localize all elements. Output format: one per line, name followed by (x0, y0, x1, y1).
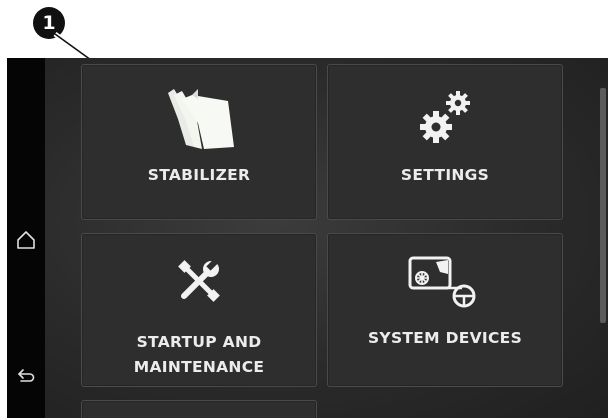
tile-startup-maintenance[interactable]: STARTUP AND MAINTENANCE (81, 233, 317, 387)
tile-system-devices[interactable]: SYSTEM DEVICES (327, 233, 563, 387)
home-button[interactable] (12, 226, 40, 254)
gears-icon (420, 91, 470, 143)
device-screen: STABILIZER SETTINGS STARTUP AND MAINTENA… (7, 58, 608, 418)
scrollbar[interactable] (600, 88, 606, 323)
tile-settings[interactable]: SETTINGS (327, 64, 563, 220)
stabilizer-pages-icon (168, 89, 234, 149)
wrench-screwdriver-icon (178, 259, 220, 302)
system-devices-icon (408, 256, 476, 308)
tile-label: SYSTEM DEVICES (367, 329, 523, 347)
tile-label-line2: MAINTENANCE (133, 358, 265, 376)
callout-badge: 1 (33, 7, 65, 39)
tile-partial[interactable] (81, 400, 317, 418)
side-nav-strip (7, 58, 45, 418)
menu-content: STABILIZER SETTINGS STARTUP AND MAINTENA… (45, 58, 608, 418)
tile-label: SETTINGS (400, 166, 490, 184)
back-button[interactable] (12, 361, 40, 389)
tile-label-line1: STARTUP AND (136, 333, 262, 351)
home-icon (17, 231, 35, 249)
back-arrow-icon (18, 369, 35, 382)
callout-number: 1 (42, 12, 56, 34)
tile-label: STABILIZER (147, 166, 251, 184)
tile-stabilizer[interactable]: STABILIZER (81, 64, 317, 220)
